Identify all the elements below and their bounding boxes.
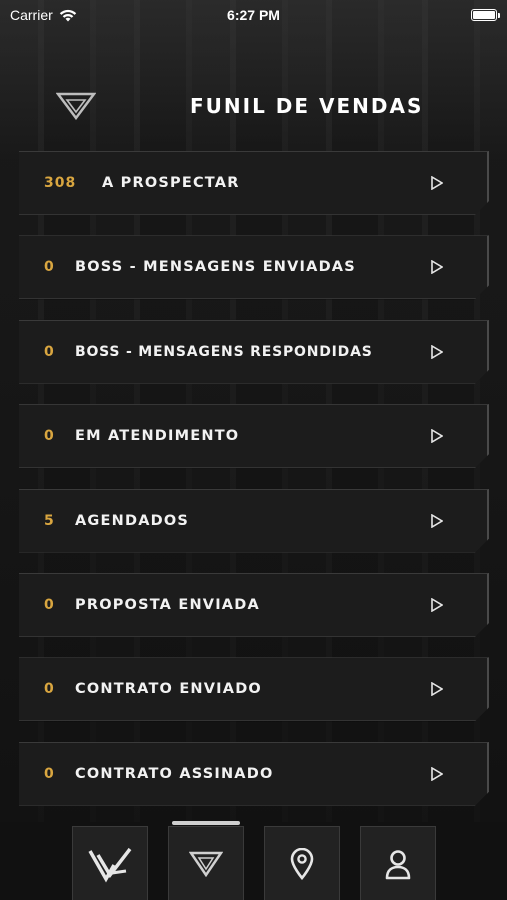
funnel-stage-row[interactable]: 0 BOSS - MENSAGENS ENVIADAS <box>19 235 489 299</box>
stage-name: BOSS - MENSAGENS ENVIADAS <box>75 259 356 276</box>
carrier-label: Carrier <box>10 7 53 23</box>
chevron-right-icon <box>431 682 443 696</box>
tab-funnel[interactable] <box>168 821 244 900</box>
stage-name: PROPOSTA ENVIADA <box>75 596 260 613</box>
chevron-right-icon <box>431 429 443 443</box>
stage-count: 0 <box>44 765 55 782</box>
funnel-triangle-icon[interactable] <box>56 92 96 120</box>
tab-map[interactable] <box>264 826 340 900</box>
brand-logo-icon <box>88 847 132 883</box>
clock: 6:27 PM <box>227 7 280 23</box>
stage-count: 5 <box>44 512 55 529</box>
funnel-stage-row[interactable]: 5 AGENDADOS <box>19 489 489 553</box>
chevron-right-icon <box>431 345 443 359</box>
stage-count: 0 <box>44 428 55 445</box>
page-header: FUNIL DE VENDAS <box>0 86 507 126</box>
funnel-stage-row[interactable]: 0 PROPOSTA ENVIADA <box>19 573 489 637</box>
stage-name: A PROSPECTAR <box>102 175 240 191</box>
stage-name: EM ATENDIMENTO <box>75 428 240 445</box>
stage-count: 0 <box>44 596 55 613</box>
page-title: FUNIL DE VENDAS <box>190 94 424 118</box>
funnel-stage-row[interactable]: 0 CONTRATO ENVIADO <box>19 657 489 721</box>
status-bar: Carrier 6:27 PM <box>0 0 507 30</box>
stage-count: 0 <box>44 681 55 698</box>
map-pin-icon <box>290 847 314 880</box>
user-icon <box>385 849 411 879</box>
stage-name: AGENDADOS <box>75 512 190 529</box>
funnel-stage-row[interactable]: 0 CONTRATO ASSINADO <box>19 742 489 806</box>
chevron-right-icon <box>431 176 443 190</box>
funnel-icon <box>189 851 223 877</box>
tab-profile[interactable] <box>360 826 436 900</box>
stage-count: 308 <box>44 175 77 191</box>
stage-name: BOSS - MENSAGENS RESPONDIDAS <box>75 343 373 360</box>
stage-name: CONTRATO ENVIADO <box>75 681 262 698</box>
chevron-right-icon <box>431 767 443 781</box>
wifi-icon <box>59 9 76 21</box>
chevron-right-icon <box>431 598 443 612</box>
stage-count: 0 <box>44 343 55 360</box>
funnel-stage-list: 308 A PROSPECTAR 0 BOSS - MENSAGENS ENVI… <box>19 151 489 826</box>
tab-home[interactable] <box>72 826 148 900</box>
stage-name: CONTRATO ASSINADO <box>75 765 274 782</box>
stage-count: 0 <box>44 259 55 276</box>
chevron-right-icon <box>431 514 443 528</box>
funnel-stage-row[interactable]: 0 EM ATENDIMENTO <box>19 404 489 468</box>
battery-icon <box>471 9 500 21</box>
chevron-right-icon <box>431 260 443 274</box>
funnel-stage-row[interactable]: 308 A PROSPECTAR <box>19 151 489 215</box>
funnel-stage-row[interactable]: 0 BOSS - MENSAGENS RESPONDIDAS <box>19 320 489 384</box>
